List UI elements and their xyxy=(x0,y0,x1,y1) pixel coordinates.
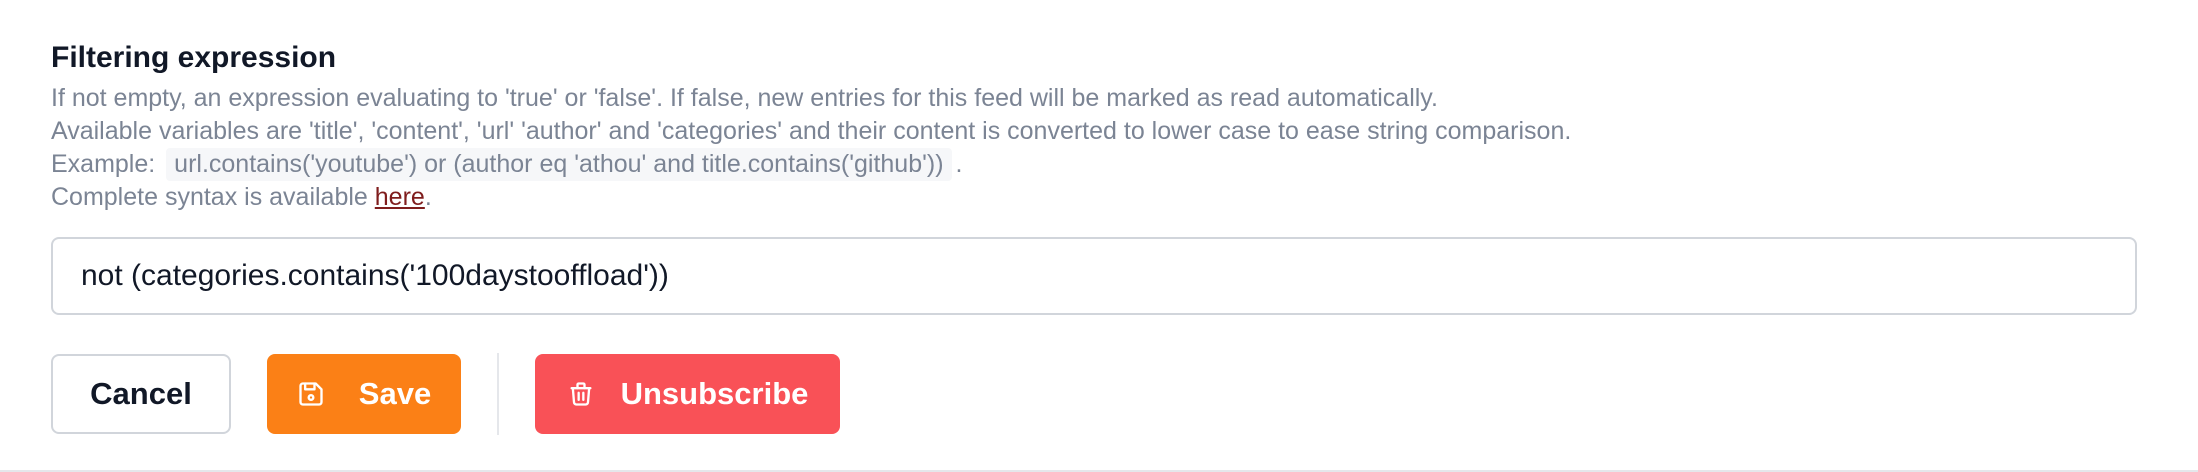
help-line-2: Available variables are 'title', 'conten… xyxy=(51,117,1572,145)
actions-divider xyxy=(497,353,499,435)
filter-expression-help: If not empty, an expression evaluating t… xyxy=(51,82,2141,214)
example-suffix: . xyxy=(955,150,963,178)
floppy-disk-icon xyxy=(297,380,325,408)
feed-filter-form: Filtering expression If not empty, an ex… xyxy=(0,0,2198,472)
trash-icon xyxy=(567,380,595,408)
filter-expression-field[interactable] xyxy=(51,237,2137,315)
example-code: url.contains('youtube') or (author eq 'a… xyxy=(166,148,952,181)
filter-expression-input[interactable] xyxy=(53,239,2135,313)
save-button-label: Save xyxy=(358,376,432,411)
help-line-1: If not empty, an expression evaluating t… xyxy=(51,84,1438,112)
help-syntax: Complete syntax is available here. xyxy=(51,181,2141,214)
filter-expression-label: Filtering expression xyxy=(51,41,337,74)
form-actions: Cancel Save Unsubscribe xyxy=(51,353,840,435)
help-example: Example: url.contains('youtube') or (aut… xyxy=(51,148,2141,181)
syntax-suffix: . xyxy=(424,183,432,211)
cancel-button-label: Cancel xyxy=(90,376,192,411)
filter-expression-section: Filtering expression If not empty, an ex… xyxy=(51,38,2141,214)
example-prefix: Example: xyxy=(51,150,156,178)
save-button[interactable]: Save xyxy=(267,354,461,434)
unsubscribe-button-label: Unsubscribe xyxy=(620,376,809,411)
unsubscribe-button[interactable]: Unsubscribe xyxy=(535,354,840,434)
cancel-button[interactable]: Cancel xyxy=(51,354,231,434)
syntax-prefix: Complete syntax is available xyxy=(51,183,375,211)
syntax-docs-link[interactable]: here xyxy=(375,183,425,211)
